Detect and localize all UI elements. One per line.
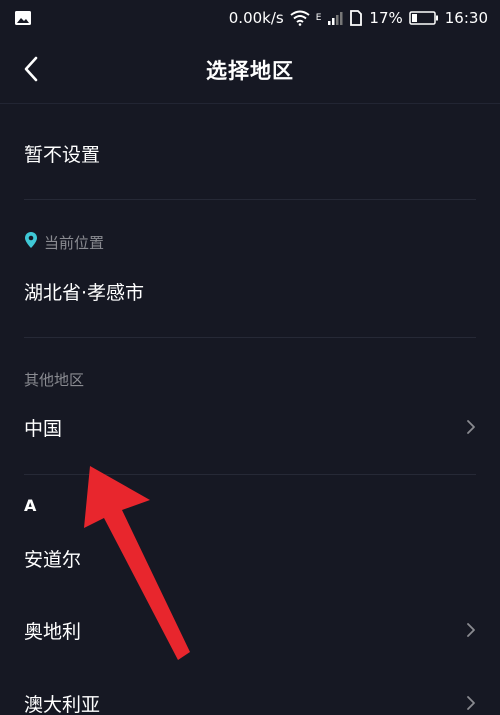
status-bar: 0.00k/s E 17% 16:30	[0, 0, 500, 36]
list-item-label: 安道尔	[24, 548, 82, 571]
divider	[24, 337, 476, 338]
list-item-label: 澳大利亚	[24, 693, 101, 715]
section-letter: A	[24, 496, 37, 515]
header: 选择地区	[0, 36, 500, 104]
not-set-label: 暂不设置	[24, 143, 101, 166]
wifi-icon	[290, 10, 310, 26]
network-speed: 0.00k/s	[228, 9, 284, 27]
chevron-right-icon	[466, 622, 476, 638]
not-set-option[interactable]: 暂不设置	[24, 138, 476, 168]
network-type: E	[315, 13, 322, 23]
location-pin-icon	[24, 231, 38, 253]
clock: 16:30	[444, 9, 488, 27]
country-item-china[interactable]: 中国	[24, 412, 476, 442]
list-item[interactable]: 安道尔	[24, 543, 476, 573]
signal-icon	[327, 10, 343, 26]
page-title: 选择地区	[206, 58, 294, 83]
country-label: 中国	[24, 417, 63, 440]
list-item-label: 奥地利	[24, 620, 82, 643]
current-location-label: 当前位置	[44, 233, 105, 252]
chevron-right-icon	[466, 695, 476, 711]
back-button[interactable]	[14, 54, 48, 88]
sim-icon	[349, 10, 363, 26]
list-item[interactable]: 澳大利亚	[24, 688, 476, 715]
current-location-value: 湖北省·孝感市	[24, 281, 145, 304]
region-select-screen: 0.00k/s E 17% 16:30 选择地区 暂不设置 当前位置 湖北省·孝…	[0, 0, 500, 715]
other-regions-header: 其他地区	[24, 369, 84, 390]
battery-icon	[409, 11, 439, 25]
current-location-header: 当前位置	[24, 231, 104, 253]
image-icon	[14, 10, 32, 26]
annotation-arrow	[84, 466, 190, 660]
divider	[24, 474, 476, 475]
chevron-left-icon	[23, 56, 39, 86]
chevron-right-icon	[466, 419, 476, 435]
divider	[24, 199, 476, 200]
current-location-item[interactable]: 湖北省·孝感市	[24, 276, 476, 306]
list-item[interactable]: 奥地利	[24, 615, 476, 645]
other-regions-label: 其他地区	[24, 371, 85, 389]
battery-percent: 17%	[369, 9, 403, 27]
